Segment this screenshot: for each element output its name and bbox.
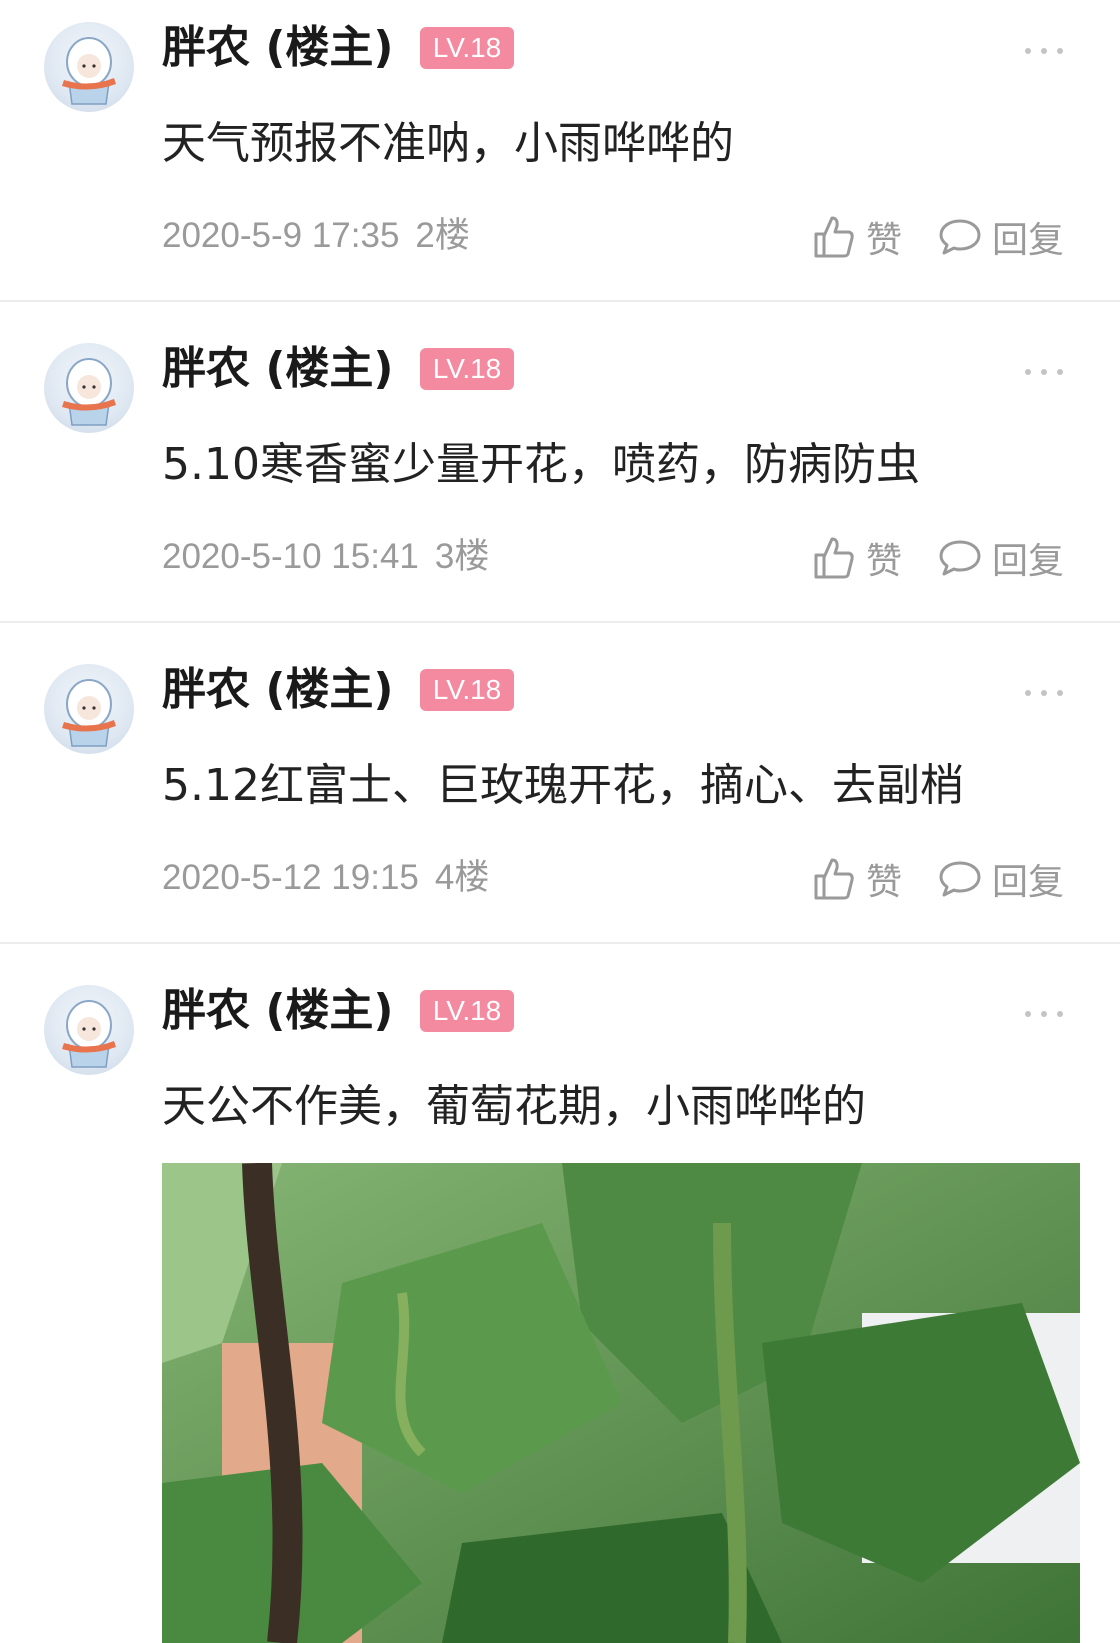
post-meta: 2020-5-12 19:15 4楼 (162, 856, 489, 900)
like-button[interactable]: 赞 (812, 854, 902, 904)
post-content: 天公不作美，葡萄花期，小雨哗哗的 (162, 1081, 866, 1132)
level-badge: LV.18 (420, 990, 514, 1032)
post-content: 天气预报不准呐，小雨哗哗的 (162, 118, 734, 169)
divider (0, 942, 1120, 944)
reply-label: 回复 (992, 220, 1065, 261)
avatar[interactable] (44, 343, 134, 433)
floor-number: 3楼 (434, 537, 490, 576)
thumbs-up-icon (814, 537, 854, 579)
author-name[interactable]: 胖农 (楼主) (162, 343, 394, 395)
divider (0, 300, 1120, 302)
like-label: 赞 (866, 541, 903, 582)
post-meta: 2020-5-9 17:35 2楼 (162, 214, 470, 258)
reply-button[interactable]: 回复 (938, 212, 1064, 262)
post-photo[interactable] (162, 1163, 1080, 1643)
floor-number: 2楼 (415, 216, 470, 255)
post-content: 5.12红富士、巨玫瑰开花，摘心、去副梢 (162, 760, 964, 811)
more-icon[interactable] (1025, 366, 1065, 376)
like-label: 赞 (866, 220, 903, 261)
post-meta: 2020-5-10 15:41 3楼 (162, 535, 489, 579)
avatar[interactable] (44, 22, 134, 112)
comment-icon (939, 540, 981, 576)
more-icon[interactable] (1025, 687, 1065, 697)
more-icon[interactable] (1025, 45, 1065, 55)
post-time: 2020-5-12 19:15 (162, 858, 419, 897)
author-name[interactable]: 胖农 (楼主) (162, 985, 394, 1037)
reply-button[interactable]: 回复 (938, 854, 1064, 904)
post-time: 2020-5-9 17:35 (162, 216, 400, 255)
like-button[interactable]: 赞 (812, 212, 902, 262)
reply-button[interactable]: 回复 (938, 533, 1064, 583)
reply-label: 回复 (992, 862, 1065, 903)
like-label: 赞 (866, 862, 903, 903)
comment-icon (939, 861, 981, 897)
avatar[interactable] (44, 985, 134, 1075)
comment-icon (939, 219, 981, 255)
reply-label: 回复 (992, 541, 1065, 582)
level-badge: LV.18 (420, 348, 514, 390)
thumbs-up-icon (814, 858, 854, 900)
floor-number: 4楼 (434, 858, 490, 897)
avatar[interactable] (44, 664, 134, 754)
post-content: 5.10寒香蜜少量开花，喷药，防病防虫 (162, 439, 920, 490)
level-badge: LV.18 (420, 27, 514, 69)
author-name[interactable]: 胖农 (楼主) (162, 664, 394, 716)
more-icon[interactable] (1025, 1008, 1065, 1018)
divider (0, 621, 1120, 623)
like-button[interactable]: 赞 (812, 533, 902, 583)
author-name[interactable]: 胖农 (楼主) (162, 22, 394, 74)
thumbs-up-icon (814, 216, 854, 258)
post-time: 2020-5-10 15:41 (162, 537, 419, 576)
level-badge: LV.18 (420, 669, 514, 711)
